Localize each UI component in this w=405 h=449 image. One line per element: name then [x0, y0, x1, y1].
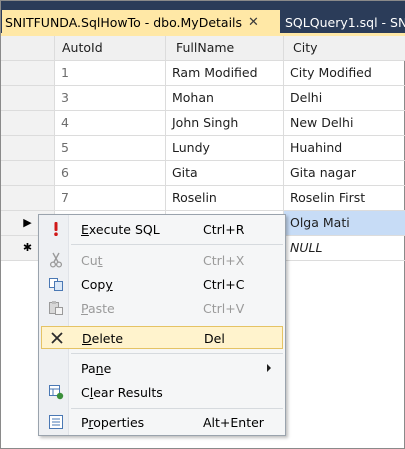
menu-item-clear-results[interactable]: Clear Results	[41, 381, 283, 404]
row-selector-header[interactable]	[1, 36, 55, 61]
table-row[interactable]: 7 Roselin Roselin First	[1, 186, 405, 211]
cell-city[interactable]: NULL	[284, 236, 405, 261]
paste-icon	[47, 299, 65, 317]
exclamation-icon	[47, 220, 65, 238]
tab-mydetails[interactable]: SNITFUNDA.SqlHowTo - dbo.MyDetails ✕	[2, 10, 280, 34]
cell-city[interactable]: Delhi	[284, 86, 405, 111]
menu-item-label: Delete	[82, 331, 124, 346]
document-tab-strip: SNITFUNDA.SqlHowTo - dbo.MyDetails ✕ SQL…	[1, 1, 405, 36]
close-icon[interactable]: ✕	[248, 15, 259, 30]
delete-icon	[48, 329, 66, 347]
menu-item-shortcut: Ctrl+X	[203, 253, 245, 268]
query-designer-window: SNITFUNDA.SqlHowTo - dbo.MyDetails ✕ SQL…	[0, 0, 405, 449]
table-row[interactable]: 4 John Singh New Delhi	[1, 111, 405, 136]
column-header-fullname[interactable]: FullName	[166, 36, 284, 61]
cell-fullname[interactable]: Roselin	[166, 186, 284, 211]
row-selector[interactable]	[1, 186, 55, 211]
menu-item-delete[interactable]: Delete Del	[41, 326, 283, 349]
cell-autoid[interactable]: 5	[55, 136, 166, 161]
menu-item-label: Cut	[81, 253, 103, 268]
menu-item-label: Clear Results	[81, 385, 163, 400]
menu-item-shortcut: Ctrl+C	[203, 277, 245, 292]
cell-autoid[interactable]: 3	[55, 86, 166, 111]
row-selector[interactable]	[1, 86, 55, 111]
menu-item-paste[interactable]: Paste Ctrl+V	[41, 297, 283, 320]
menu-separator	[71, 408, 283, 409]
cell-city[interactable]: Huahind	[284, 136, 405, 161]
menu-separator	[71, 353, 283, 354]
tab-title: SNITFUNDA.SqlHowTo - dbo.MyDetails	[5, 14, 243, 30]
cell-city[interactable]: New Delhi	[284, 111, 405, 136]
row-selector[interactable]	[1, 136, 55, 161]
cell-fullname[interactable]: Mohan	[166, 86, 284, 111]
submenu-arrow-icon	[267, 364, 271, 372]
row-selector[interactable]	[1, 161, 55, 186]
cell-fullname[interactable]: Gita	[166, 161, 284, 186]
cell-autoid[interactable]: 4	[55, 111, 166, 136]
row-selector[interactable]	[1, 111, 55, 136]
cell-autoid[interactable]: 7	[55, 186, 166, 211]
tab-title: SQLQuery1.sql - SN	[285, 14, 405, 30]
table-row[interactable]: 5 Lundy Huahind	[1, 136, 405, 161]
cell-fullname[interactable]: Ram Modified	[166, 61, 284, 86]
cell-autoid[interactable]: 6	[55, 161, 166, 186]
menu-item-label: Pane	[81, 361, 112, 376]
context-menu: Execute SQL Ctrl+R Cut Ctrl+X Copy Ctrl+…	[38, 214, 286, 436]
table-row[interactable]: 1 Ram Modified City Modified	[1, 61, 405, 86]
column-header-city[interactable]: City	[284, 36, 405, 61]
cell-autoid[interactable]: 1	[55, 61, 166, 86]
clear-results-icon	[47, 383, 65, 401]
table-row[interactable]: 3 Mohan Delhi	[1, 86, 405, 111]
menu-item-cut[interactable]: Cut Ctrl+X	[41, 249, 283, 272]
copy-icon	[47, 275, 65, 293]
cell-city[interactable]: City Modified	[284, 61, 405, 86]
menu-item-copy[interactable]: Copy Ctrl+C	[41, 273, 283, 296]
menu-item-shortcut: Ctrl+V	[203, 301, 245, 316]
menu-item-execute-sql[interactable]: Execute SQL Ctrl+R	[41, 218, 283, 241]
menu-item-label: Execute SQL	[81, 222, 160, 237]
cell-fullname[interactable]: Lundy	[166, 136, 284, 161]
menu-item-label: Paste	[81, 301, 115, 316]
menu-separator	[71, 244, 283, 245]
tab-sqlquery1[interactable]: SQLQuery1.sql - SN	[282, 10, 405, 34]
column-header-autoid[interactable]: AutoId	[55, 36, 166, 61]
cell-fullname[interactable]: John Singh	[166, 111, 284, 136]
cell-city[interactable]: Roselin First	[284, 186, 405, 211]
menu-item-shortcut: Del	[204, 331, 225, 346]
menu-item-shortcut: Alt+Enter	[203, 415, 264, 430]
row-selector[interactable]	[1, 61, 55, 86]
cell-city[interactable]: Olga Mati	[284, 211, 405, 236]
menu-item-pane[interactable]: Pane	[41, 357, 283, 380]
properties-icon	[47, 413, 65, 431]
grid-header-row: AutoId FullName City	[1, 36, 405, 61]
menu-item-label: Properties	[81, 415, 145, 430]
menu-item-shortcut: Ctrl+R	[203, 222, 245, 237]
table-row[interactable]: 6 Gita Gita nagar	[1, 161, 405, 186]
menu-item-label: Copy	[81, 277, 113, 292]
cut-icon	[47, 251, 65, 269]
cell-city[interactable]: Gita nagar	[284, 161, 405, 186]
menu-item-properties[interactable]: Properties Alt+Enter	[41, 411, 283, 434]
